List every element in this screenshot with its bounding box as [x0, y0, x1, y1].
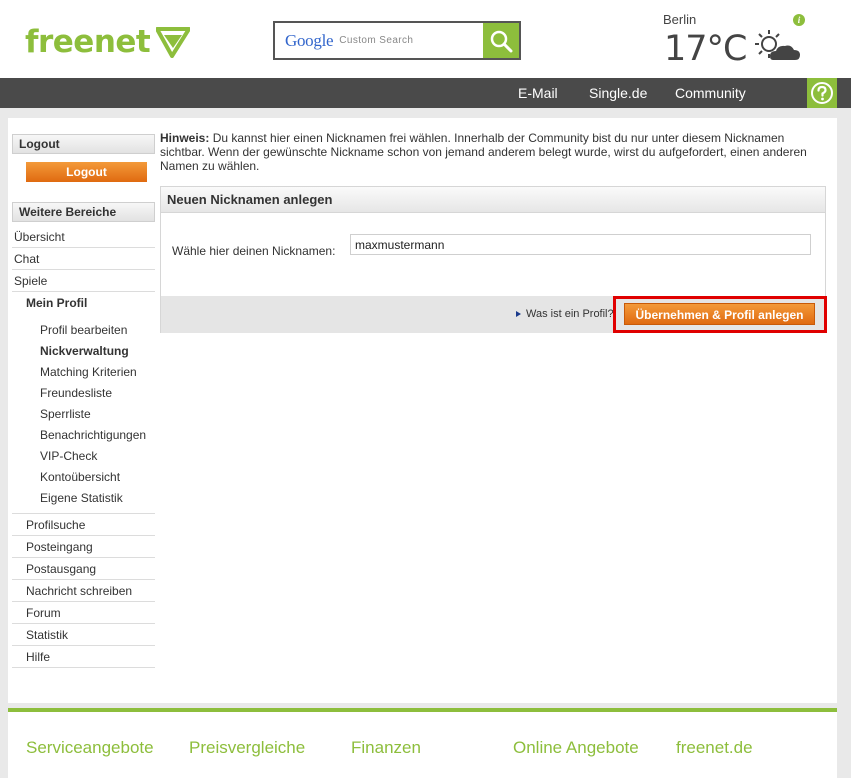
- weather-widget: Berlin 17°C i: [663, 10, 813, 70]
- sub-item-benachrichtigungen[interactable]: Benachrichtigungen: [12, 425, 155, 446]
- sidebar-item-hilfe[interactable]: Hilfe: [12, 646, 155, 668]
- hint-label: Hinweis:: [160, 131, 210, 145]
- sidebar-item-postausgang[interactable]: Postausgang: [12, 558, 155, 580]
- sidebar-item-spiele[interactable]: Spiele: [12, 270, 155, 292]
- panel-title: Neuen Nicknamen anlegen: [161, 187, 825, 213]
- sub-item-kontouebersicht[interactable]: Kontoübersicht: [12, 467, 155, 488]
- sub-item-sperrliste[interactable]: Sperrliste: [12, 404, 155, 425]
- sun-cloud-icon: [755, 30, 800, 60]
- freenet-logo[interactable]: freenet: [25, 24, 191, 60]
- nav-community[interactable]: Community: [675, 78, 746, 108]
- weather-temperature: 17°C: [664, 29, 747, 69]
- sub-item-matching-kriterien[interactable]: Matching Kriterien: [12, 362, 155, 383]
- sidebar-item-posteingang[interactable]: Posteingang: [12, 536, 155, 558]
- nickname-row: Wähle hier deinen Nicknamen:: [172, 234, 811, 258]
- sub-item-vip-check[interactable]: VIP-Check: [12, 446, 155, 467]
- submit-profile-button[interactable]: Übernehmen & Profil anlegen: [624, 303, 815, 325]
- logo-mark-icon: [156, 27, 191, 58]
- sidebar-item-uebersicht[interactable]: Übersicht: [12, 226, 155, 248]
- top-navigation: E-Mail Single.de Community: [0, 78, 851, 108]
- help-button[interactable]: [807, 78, 837, 108]
- sidebar-item-profilsuche[interactable]: Profilsuche: [12, 514, 155, 536]
- search-button[interactable]: [483, 23, 519, 58]
- areas-heading: Weitere Bereiche: [12, 202, 155, 222]
- footer-link-serviceangebote[interactable]: Serviceangebote: [26, 738, 154, 758]
- sidebar-item-mein-profil[interactable]: Mein Profil: [12, 292, 155, 314]
- sub-item-nickverwaltung[interactable]: Nickverwaltung: [12, 341, 155, 362]
- content-area: Logout Logout Weitere Bereiche Übersicht…: [8, 118, 837, 703]
- weather-city: Berlin: [663, 12, 697, 27]
- nickname-label: Wähle hier deinen Nicknamen:: [172, 244, 336, 258]
- search-box: Google Custom Search: [273, 21, 521, 60]
- sub-item-profil-bearbeiten[interactable]: Profil bearbeiten: [12, 320, 155, 341]
- footer-link-finanzen[interactable]: Finanzen: [351, 738, 421, 758]
- sidebar-item-forum[interactable]: Forum: [12, 602, 155, 624]
- panel-footer: Was ist ein Profil? Übernehmen & Profil …: [161, 296, 827, 333]
- sidebar-item-chat[interactable]: Chat: [12, 248, 155, 270]
- nickname-panel: Neuen Nicknamen anlegen Wähle hier deine…: [160, 186, 827, 333]
- what-is-profile-label: Was ist ein Profil?: [526, 308, 614, 320]
- triangle-right-icon: [516, 311, 521, 318]
- search-input[interactable]: Google Custom Search: [275, 23, 483, 58]
- hint-text: Hinweis: Du kannst hier einen Nicknamen …: [160, 131, 826, 173]
- logout-heading: Logout: [12, 134, 155, 154]
- sidebar: Logout Logout Weitere Bereiche Übersicht…: [12, 134, 155, 668]
- sidebar-item-nachricht-schreiben[interactable]: Nachricht schreiben: [12, 580, 155, 602]
- main-content: Hinweis: Du kannst hier einen Nicknamen …: [160, 131, 827, 333]
- weather-info-icon[interactable]: i: [793, 14, 805, 26]
- logo-text: freenet: [25, 24, 151, 60]
- sub-item-freundesliste[interactable]: Freundesliste: [12, 383, 155, 404]
- search-placeholder: Custom Search: [339, 35, 414, 46]
- sidebar-item-statistik[interactable]: Statistik: [12, 624, 155, 646]
- profile-submenu: Profil bearbeiten Nickverwaltung Matchin…: [12, 314, 155, 514]
- google-brand: Google: [285, 30, 334, 50]
- search-icon: [490, 30, 513, 52]
- sidebar-menu: Übersicht Chat Spiele Mein Profil Profil…: [12, 226, 155, 668]
- footer-link-preisvergleiche[interactable]: Preisvergleiche: [189, 738, 305, 758]
- nav-single[interactable]: Single.de: [589, 78, 647, 108]
- help-question-icon: [811, 82, 833, 104]
- what-is-profile-link[interactable]: Was ist ein Profil?: [516, 308, 614, 320]
- nickname-input[interactable]: [350, 234, 811, 255]
- hint-body: Du kannst hier einen Nicknamen frei wähl…: [160, 131, 807, 173]
- footer-link-online-angebote[interactable]: Online Angebote: [513, 738, 639, 758]
- footer: Serviceangebote Preisvergleiche Finanzen…: [8, 708, 837, 778]
- header: freenet Google Custom Search Berlin 17°C: [0, 0, 851, 78]
- footer-link-freenet[interactable]: freenet.de: [676, 738, 753, 758]
- logout-button[interactable]: Logout: [26, 162, 147, 182]
- nav-email[interactable]: E-Mail: [518, 78, 558, 108]
- sub-item-eigene-statistik[interactable]: Eigene Statistik: [12, 488, 155, 509]
